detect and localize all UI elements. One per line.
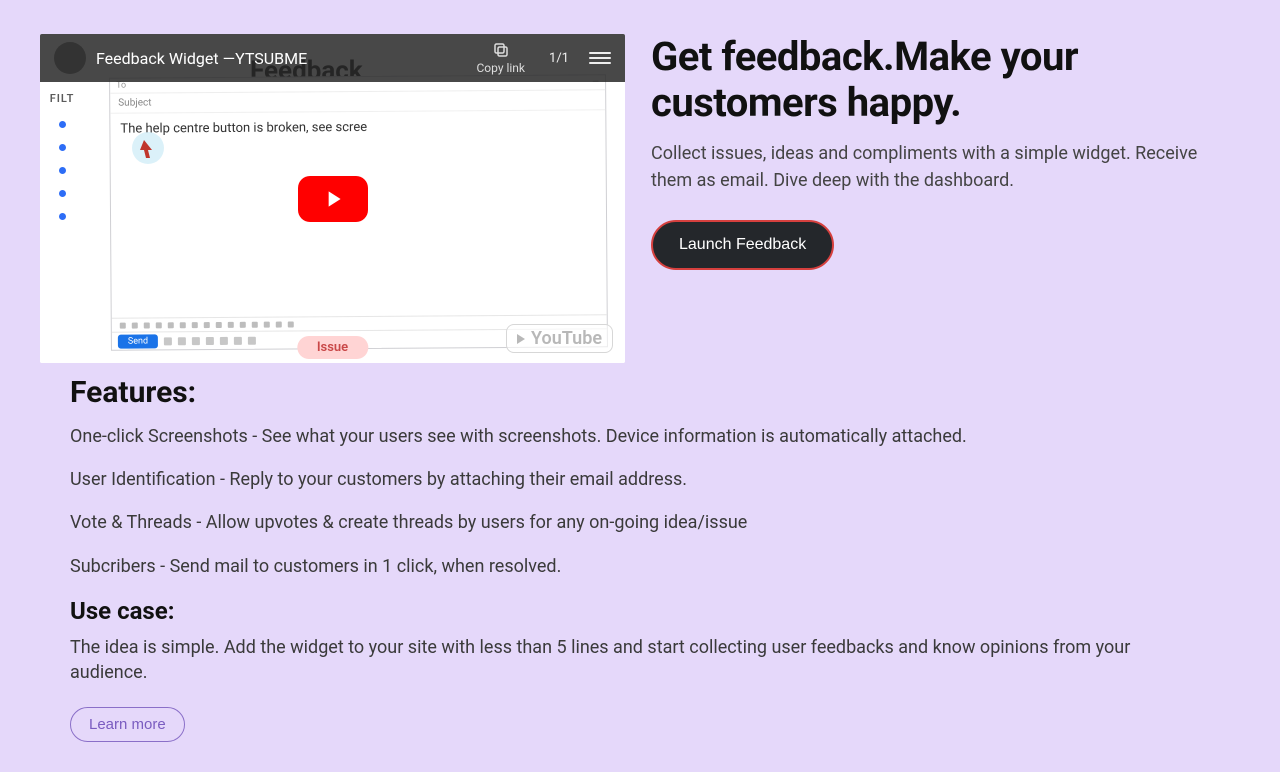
- learn-more-button[interactable]: Learn more: [70, 707, 185, 742]
- play-button[interactable]: [298, 176, 368, 222]
- copy-link-button[interactable]: Copy link: [476, 41, 525, 75]
- features-heading: Features:: [70, 375, 1210, 410]
- usecase-heading: Use case:: [70, 597, 1210, 625]
- youtube-watermark: YouTube: [506, 324, 613, 353]
- video-title: Feedback Widget —YTSUBME: [96, 49, 466, 68]
- cursor-hand-icon: [130, 130, 166, 166]
- filter-dot: [59, 167, 66, 174]
- compose-typed-text: The help centre button is broken, see sc…: [120, 118, 595, 136]
- feature-item: Subcribers - Send mail to customers in 1…: [70, 554, 1210, 579]
- playlist-counter: 1/1: [549, 51, 569, 66]
- filter-dot: [59, 213, 66, 220]
- copy-icon: [492, 41, 510, 59]
- hero-heading: Get feedback.Make your customers happy.: [651, 34, 1240, 126]
- video-topbar: Feedback Widget —YTSUBME Copy link 1/1: [40, 34, 625, 82]
- video-embed[interactable]: FILT Feedback To — Subject: [40, 34, 625, 363]
- launch-feedback-button[interactable]: Launch Feedback: [651, 220, 834, 270]
- hero-subtext: Collect issues, ideas and compliments wi…: [651, 140, 1240, 194]
- play-icon: [320, 186, 346, 212]
- feature-item: One-click Screenshots - See what your us…: [70, 424, 1210, 449]
- play-triangle-icon: [517, 334, 525, 344]
- feature-item: User Identification - Reply to your cust…: [70, 467, 1210, 492]
- compose-to-label: To: [116, 81, 126, 91]
- feature-item: Vote & Threads - Allow upvotes & create …: [70, 510, 1210, 535]
- playlist-menu-icon[interactable]: [589, 49, 611, 67]
- channel-avatar: [54, 42, 86, 74]
- compose-send-button: Send: [118, 334, 158, 348]
- usecase-body: The idea is simple. Add the widget to yo…: [70, 635, 1210, 685]
- filter-dot: [59, 190, 66, 197]
- issue-pill: Issue: [297, 336, 368, 359]
- filter-dot: [59, 144, 66, 151]
- filter-dot: [59, 121, 66, 128]
